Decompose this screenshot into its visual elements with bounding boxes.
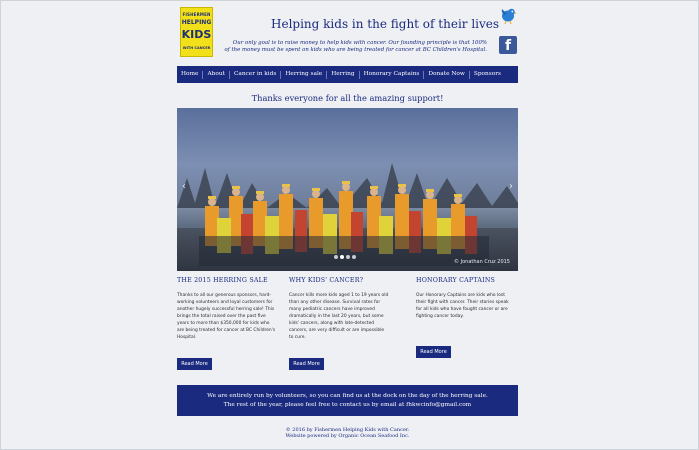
twitter-bird-icon[interactable] xyxy=(499,6,517,24)
nav-herring[interactable]: Herring xyxy=(327,70,358,79)
column-text: Thanks to all our generous sponsors, har… xyxy=(177,293,276,340)
read-more-button[interactable]: Read More xyxy=(289,358,324,370)
logo-text-1: FISHERMEN xyxy=(182,12,211,17)
facebook-icon[interactable]: f xyxy=(499,36,517,54)
slider-dot[interactable] xyxy=(352,255,356,259)
column-text: Our Honorary Captains are kids who lost … xyxy=(416,293,509,319)
column-heading: HONORARY CAPTAINS xyxy=(416,277,496,284)
nav-donate-now[interactable]: Donate Now xyxy=(424,70,468,79)
tagline-line-2: of the money must be spent on kids who a… xyxy=(224,47,487,53)
nav-home[interactable]: Home xyxy=(177,70,202,79)
site-container: FISHERMEN HELPING KIDS WITH CANCER Helpi… xyxy=(177,0,518,450)
logo-text-2: HELPING xyxy=(181,19,212,26)
group-photo-people xyxy=(199,181,489,266)
slider-dot[interactable] xyxy=(334,255,338,259)
copyright-line-2: Website powered by Organic Ocean Seafood… xyxy=(285,433,410,439)
logo-text-3: KIDS xyxy=(181,28,212,41)
read-more-button[interactable]: Read More xyxy=(177,358,212,370)
slider-dots xyxy=(334,255,356,259)
column-herring-sale: THE 2015 HERRING SALE Thanks to all our … xyxy=(177,277,277,341)
volunteer-banner: We are entirely run by volunteers, so yo… xyxy=(177,385,518,416)
read-more-button[interactable]: Read More xyxy=(416,346,451,358)
hero-slider[interactable]: ‹ › © Jonathan Cruz 2015 xyxy=(177,108,518,271)
site-logo[interactable]: FISHERMEN HELPING KIDS WITH CANCER xyxy=(180,7,213,57)
thanks-heading: Thanks everyone for all the amazing supp… xyxy=(251,93,444,103)
nav-honorary-captains[interactable]: Honorary Captains xyxy=(360,70,424,79)
site-tagline: Our only goal is to raise money to help … xyxy=(217,40,487,54)
column-honorary-captains: HONORARY CAPTAINS Our Honorary Captains … xyxy=(416,277,516,320)
logo-text-4: WITH CANCER xyxy=(182,46,211,50)
main-nav: Home About Cancer in kids Herring sale H… xyxy=(177,66,518,83)
column-heading: THE 2015 HERRING SALE xyxy=(177,277,268,284)
column-text: Cancer kills more kids aged 1 to 19 year… xyxy=(289,293,389,340)
nav-sponsors[interactable]: Sponsors xyxy=(470,70,505,79)
nav-herring-sale[interactable]: Herring sale xyxy=(281,70,326,79)
tagline-line-1: Our only goal is to raise money to help … xyxy=(232,40,487,46)
column-heading: WHY KIDS' CANCER? xyxy=(289,277,364,284)
photo-credit: © Jonathan Cruz 2015 xyxy=(454,259,510,265)
slider-next-icon[interactable]: › xyxy=(509,181,513,192)
nav-about[interactable]: About xyxy=(203,70,228,79)
nav-cancer-in-kids[interactable]: Cancer in kids xyxy=(230,70,280,79)
column-why-kids-cancer: WHY KIDS' CANCER? Cancer kills more kids… xyxy=(289,277,389,341)
copyright: © 2016 by Fishermen Helping Kids with Ca… xyxy=(177,427,518,439)
slider-prev-icon[interactable]: ‹ xyxy=(182,181,186,192)
banner-line-1: We are entirely run by volunteers, so yo… xyxy=(207,393,488,399)
banner-line-2: The rest of the year, please feel free t… xyxy=(223,402,472,408)
site-title: Helping kids in the fight of their lives xyxy=(271,17,500,31)
slider-dot[interactable] xyxy=(340,255,344,259)
slider-dot[interactable] xyxy=(346,255,350,259)
